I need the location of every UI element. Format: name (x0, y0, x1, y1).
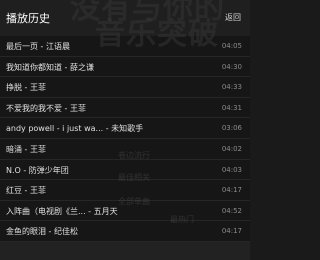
page-title: 播放历史 (6, 12, 50, 25)
song-duration: 04:17 (221, 186, 242, 195)
history-row[interactable]: 挣脱 - 王菲 04:33 (0, 77, 250, 98)
song-duration: 04:03 (221, 165, 242, 174)
song-duration: 04:33 (221, 83, 242, 92)
song-duration: 04:30 (221, 62, 242, 71)
history-list: 最后一页 - 江语晨 04:05 我知道你都知道 - 薛之谦 04:30 挣脱 … (0, 36, 250, 242)
song-title: 暗涌 - 王菲 (6, 144, 46, 154)
song-title: N.O - 防弹少年团 (6, 165, 69, 175)
song-title: 挣脱 - 王菲 (6, 83, 46, 93)
song-title: 金鱼的眼泪 - 纪佳松 (6, 227, 78, 237)
song-duration: 04:05 (221, 42, 242, 50)
back-button[interactable]: 返回 (225, 12, 241, 23)
history-row[interactable]: N.O - 防弹少年团 04:03 (0, 159, 250, 181)
song-title: 入阵曲（电视剧《兰... - 五月天 (6, 206, 118, 216)
song-duration: 04:02 (221, 144, 242, 153)
song-title: andy powell - i just wa... - 未知歌手 (6, 124, 144, 134)
song-title: 我知道你都知道 - 薛之谦 (6, 62, 94, 72)
panel-header: 播放历史 返回 (0, 0, 250, 36)
history-row[interactable]: 暗涌 - 王菲 04:02 (0, 138, 250, 160)
song-duration: 04:31 (221, 103, 242, 112)
song-duration: 04:17 (221, 227, 242, 236)
history-row[interactable]: andy powell - i just wa... - 未知歌手 03:06 (0, 118, 250, 139)
song-title: 不爱我的我不爱 - 王菲 (6, 103, 86, 113)
history-row[interactable]: 金鱼的眼泪 - 纪佳松 04:17 (0, 221, 250, 242)
history-row[interactable]: 最后一页 - 江语晨 04:05 (0, 36, 250, 57)
song-title: 最后一页 - 江语晨 (6, 42, 70, 51)
song-duration: 04:52 (221, 206, 242, 215)
history-row[interactable]: 入阵曲（电视剧《兰... - 五月天 04:52 (0, 200, 250, 222)
song-duration: 03:06 (221, 124, 242, 133)
history-row[interactable]: 不爱我的我不爱 - 王菲 04:31 (0, 97, 250, 119)
history-row[interactable]: 红豆 - 王菲 04:17 (0, 180, 250, 201)
play-history-panel: 没有与你的 音乐突破 卷边流行 最佳相关 全部单曲 最热门 播放历史 返回 最后… (0, 0, 250, 260)
history-row[interactable]: 我知道你都知道 - 薛之谦 04:30 (0, 56, 250, 78)
song-title: 红豆 - 王菲 (6, 186, 46, 196)
